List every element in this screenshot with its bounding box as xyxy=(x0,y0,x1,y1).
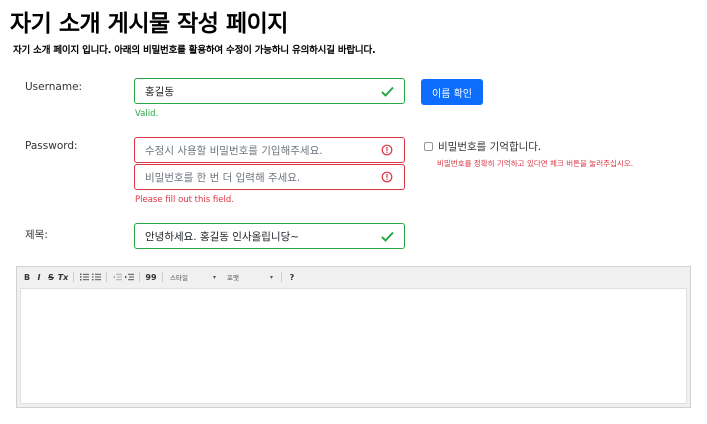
editor-toolbar: B I S Tx 99 스타일 ▾ 포맷 ▾ ? xyxy=(17,267,690,287)
editor-content-area[interactable] xyxy=(20,288,687,404)
blockquote-button[interactable]: 99 xyxy=(144,270,158,284)
rich-text-editor: B I S Tx 99 스타일 ▾ 포맷 ▾ ? xyxy=(16,266,691,408)
password-confirm-placeholder: 비밀번호를 한 번 더 입력해 주세요. xyxy=(145,171,301,184)
password-confirm-input[interactable]: 비밀번호를 한 번 더 입력해 주세요. xyxy=(134,164,405,190)
toolbar-separator xyxy=(106,272,107,282)
toolbar-separator xyxy=(162,272,163,282)
format-select[interactable]: 포맷 ▾ xyxy=(224,271,276,284)
bulleted-list-icon[interactable] xyxy=(90,270,102,284)
error-icon xyxy=(380,170,394,184)
remember-password-help: 비밀번호를 정확히 기억하고 있다면 체크 버튼을 눌러주십시오. xyxy=(437,159,634,168)
toolbar-separator xyxy=(139,272,140,282)
toolbar-separator xyxy=(73,272,74,282)
checkbox-box[interactable] xyxy=(424,142,433,151)
toolbar-separator xyxy=(281,272,282,282)
username-valid-feedback: Valid. xyxy=(135,109,159,119)
check-icon xyxy=(380,84,394,98)
style-select[interactable]: 스타일 ▾ xyxy=(167,271,219,284)
page-title: 자기 소개 게시물 작성 페이지 xyxy=(10,11,288,37)
style-select-label: 스타일 xyxy=(170,274,188,282)
remember-password-checkbox[interactable]: 비밀번호를 기억합니다. xyxy=(424,139,541,154)
password-input[interactable]: 수정시 사용할 비밀번호를 기입해주세요. xyxy=(134,137,405,163)
chevron-down-icon: ▾ xyxy=(212,273,216,281)
outdent-icon[interactable] xyxy=(111,270,123,284)
password-placeholder: 수정시 사용할 비밀번호를 기입해주세요. xyxy=(145,144,323,157)
check-icon xyxy=(380,229,394,243)
strike-button[interactable]: S xyxy=(45,270,57,284)
username-input[interactable]: 홍길동 xyxy=(134,78,405,104)
format-select-label: 포맷 xyxy=(227,274,239,282)
username-value: 홍길동 xyxy=(145,85,174,98)
bold-button[interactable]: B xyxy=(21,270,33,284)
password-label: Password: xyxy=(25,140,78,152)
numbered-list-icon[interactable] xyxy=(78,270,90,284)
clear-format-button[interactable]: Tx xyxy=(57,270,69,284)
error-icon xyxy=(380,143,394,157)
subject-value: 안녕하세요. 홍길동 인사올립니당~ xyxy=(145,230,300,243)
subject-input[interactable]: 안녕하세요. 홍길동 인사올립니당~ xyxy=(134,223,405,249)
indent-icon[interactable] xyxy=(123,270,135,284)
subject-label: 제목: xyxy=(25,229,48,241)
chevron-down-icon: ▾ xyxy=(269,273,273,281)
page-description: 자기 소개 페이지 입니다. 아래의 비밀번호를 활용하여 수정이 가능하니 유… xyxy=(13,45,376,56)
italic-button[interactable]: I xyxy=(33,270,45,284)
remember-password-label: 비밀번호를 기억합니다. xyxy=(438,141,542,153)
username-label: Username: xyxy=(25,81,83,93)
help-button[interactable]: ? xyxy=(286,270,298,284)
name-check-button[interactable]: 이름 확인 xyxy=(421,79,483,105)
password-invalid-feedback: Please fill out this field. xyxy=(135,195,234,205)
